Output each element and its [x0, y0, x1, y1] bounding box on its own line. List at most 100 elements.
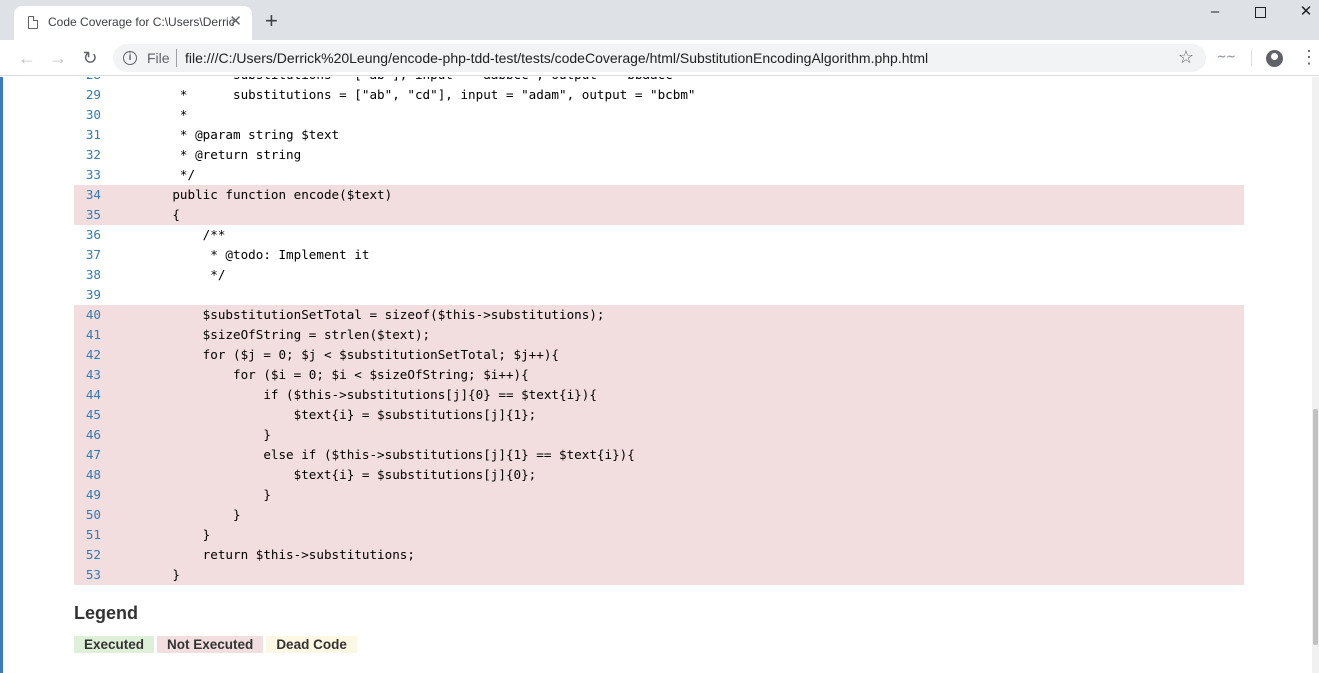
code-line: 36 /**: [74, 225, 1244, 245]
code-text: */: [142, 167, 196, 182]
star-icon[interactable]: ☆: [1178, 47, 1194, 68]
code-text: $sizeOfString = strlen($text);: [142, 327, 431, 342]
code-line: 42 for ($j = 0; $j < $substitutionSetTot…: [74, 345, 1244, 365]
line-number-link[interactable]: 50: [74, 505, 101, 525]
line-number-link[interactable]: 51: [74, 525, 101, 545]
close-window-button[interactable]: ✕: [1283, 0, 1319, 28]
line-number-link[interactable]: 36: [74, 225, 101, 245]
code-line: 38 */: [74, 265, 1244, 285]
code-text: }: [142, 487, 271, 502]
code-listing: 28 * substitutions = ["ab"], input = "aa…: [74, 77, 1244, 585]
code-line: 49 }: [74, 485, 1244, 505]
line-number-link[interactable]: 28: [74, 77, 101, 85]
code-line: 39: [74, 285, 1244, 305]
code-text: return $this->substitutions;: [142, 547, 415, 562]
code-text: /**: [142, 227, 226, 242]
code-line: 45 $text{i} = $substitutions[j]{1};: [74, 405, 1244, 425]
maximize-icon: [1254, 7, 1266, 18]
info-icon[interactable]: i: [123, 51, 137, 65]
code-line: 35 {: [74, 205, 1244, 225]
code-line: 37 * @todo: Implement it: [74, 245, 1244, 265]
legend-title: Legend: [74, 603, 139, 623]
code-text: $text{i} = $substitutions[j]{0};: [142, 467, 537, 482]
line-number-link[interactable]: 48: [74, 465, 101, 485]
page-viewport: 28 * substitutions = ["ab"], input = "aa…: [0, 77, 1312, 673]
line-number-link[interactable]: 30: [74, 105, 101, 125]
line-number-link[interactable]: 37: [74, 245, 101, 265]
code-line: 29 * substitutions = ["ab", "cd"], input…: [74, 85, 1244, 105]
legend-item: Dead Code: [266, 636, 357, 653]
line-number-link[interactable]: 44: [74, 385, 101, 405]
maximize-button[interactable]: [1237, 0, 1283, 28]
code-text: $text{i} = $substitutions[j]{1};: [142, 407, 537, 422]
extension-icon[interactable]: ∼∼: [1217, 50, 1235, 63]
line-number-link[interactable]: 39: [74, 285, 101, 305]
reload-icon[interactable]: ↻: [79, 47, 101, 69]
browser-toolbar: ← → ↻ i File file:///C:/Users/Derrick%20…: [0, 40, 1319, 76]
line-number-link[interactable]: 49: [74, 485, 101, 505]
line-number-link[interactable]: 32: [74, 145, 101, 165]
scrollbar-thumb[interactable]: [1313, 409, 1318, 645]
code-line: 52 return $this->substitutions;: [74, 545, 1244, 565]
line-number-link[interactable]: 46: [74, 425, 101, 445]
line-number-link[interactable]: 35: [74, 205, 101, 225]
code-text: for ($j = 0; $j < $substitutionSetTotal;…: [142, 347, 560, 362]
code-text: * substitutions = ["ab"], input = "aabbc…: [142, 77, 680, 85]
address-bar[interactable]: i File file:///C:/Users/Derrick%20Leung/…: [113, 44, 1206, 72]
tab-close-button[interactable]: ✕: [229, 14, 242, 30]
back-arrow-icon[interactable]: ←: [16, 47, 38, 69]
line-number-link[interactable]: 31: [74, 125, 101, 145]
legend-item: Not Executed: [157, 636, 264, 653]
code-text: * @todo: Implement it: [142, 247, 370, 262]
minimize-button[interactable]: –: [1192, 0, 1238, 28]
scheme-label: File: [147, 50, 170, 66]
line-number-link[interactable]: 45: [74, 405, 101, 425]
code-line: 44 if ($this->substitutions[j]{0} == $te…: [74, 385, 1244, 405]
line-number-link[interactable]: 43: [74, 365, 101, 385]
kebab-menu-icon[interactable]: ⋮: [1300, 47, 1318, 67]
code-line: 34 public function encode($text): [74, 185, 1244, 205]
code-text: else if ($this->substitutions[j]{1} == $…: [142, 447, 635, 462]
line-number-link[interactable]: 42: [74, 345, 101, 365]
code-text: }: [142, 527, 211, 542]
code-text: *: [142, 107, 188, 122]
code-text: }: [142, 427, 271, 442]
tab-strip: Code Coverage for C:\Users\Derrick ✕ + –…: [0, 0, 1319, 40]
code-text: $substitutionSetTotal = sizeof($this->su…: [142, 307, 605, 322]
line-number-link[interactable]: 40: [74, 305, 101, 325]
browser-tab[interactable]: Code Coverage for C:\Users\Derrick ✕: [14, 6, 252, 40]
code-text: */: [142, 267, 226, 282]
line-number-link[interactable]: 34: [74, 185, 101, 205]
code-text: {: [142, 207, 180, 222]
code-line: 32 * @return string: [74, 145, 1244, 165]
code-text: * @param string $text: [142, 127, 340, 142]
code-text: }: [142, 567, 180, 582]
code-line: 48 $text{i} = $substitutions[j]{0};: [74, 465, 1244, 485]
line-number-link[interactable]: 53: [74, 565, 101, 585]
code-line: 31 * @param string $text: [74, 125, 1244, 145]
line-number-link[interactable]: 52: [74, 545, 101, 565]
tab-title: Code Coverage for C:\Users\Derrick: [48, 15, 234, 29]
url-text[interactable]: file:///C:/Users/Derrick%20Leung/encode-…: [185, 50, 928, 66]
code-text: public function encode($text): [142, 187, 393, 202]
code-line: 53 }: [74, 565, 1244, 585]
code-text: }: [142, 507, 241, 522]
code-line: 47 else if ($this->substitutions[j]{1} =…: [74, 445, 1244, 465]
omnibox-divider: [176, 49, 177, 67]
code-line: 51 }: [74, 525, 1244, 545]
code-text: if ($this->substitutions[j]{0} == $text{…: [142, 387, 597, 402]
line-number-link[interactable]: 41: [74, 325, 101, 345]
code-line: 33 */: [74, 165, 1244, 185]
vertical-scrollbar[interactable]: [1312, 77, 1319, 673]
code-line: 50 }: [74, 505, 1244, 525]
legend-item: Executed: [74, 636, 155, 653]
line-number-link[interactable]: 38: [74, 265, 101, 285]
profile-icon[interactable]: [1266, 50, 1283, 67]
line-number-link[interactable]: 47: [74, 445, 101, 465]
code-text: for ($i = 0; $i < $sizeOfString; $i++){: [142, 367, 529, 382]
new-tab-button[interactable]: +: [265, 9, 278, 33]
forward-arrow-icon[interactable]: →: [47, 47, 69, 69]
line-number-link[interactable]: 33: [74, 165, 101, 185]
line-number-link[interactable]: 29: [74, 85, 101, 105]
legend: Executed Not Executed Dead Code: [74, 636, 360, 654]
